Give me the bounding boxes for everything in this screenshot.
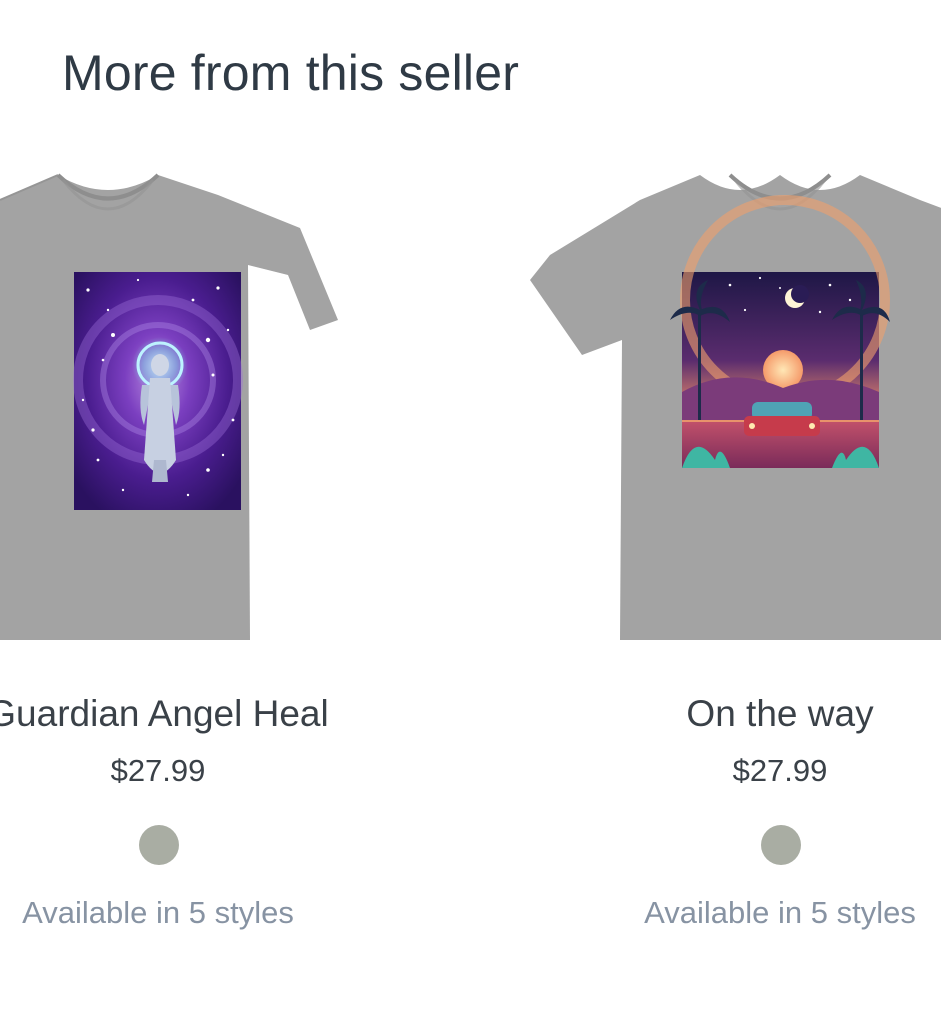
available-styles-link[interactable]: Available in 5 styles: [530, 895, 941, 931]
product-title[interactable]: On the way: [530, 693, 941, 735]
color-swatch[interactable]: [139, 825, 179, 865]
available-styles-link[interactable]: Available in 5 styles: [0, 895, 408, 931]
product-card-guardian-angel[interactable]: Guardian Angel Heal $27.99 Available in …: [0, 160, 408, 960]
product-price: $27.99: [110, 753, 206, 788]
tshirt-image: [530, 173, 941, 640]
product-price: $27.99: [732, 753, 828, 788]
section-title: More from this seller: [62, 45, 520, 101]
guardian-angel-design: [73, 272, 243, 510]
product-card-on-the-way[interactable]: On the way $27.99 Available in 5 styles: [530, 160, 941, 960]
more-from-seller-section: More from this seller Guardian Angel Hea…: [0, 0, 941, 1023]
color-swatch[interactable]: [761, 825, 801, 865]
product-title[interactable]: Guardian Angel Heal: [0, 693, 408, 735]
tshirt-image: [0, 173, 338, 640]
product-image[interactable]: [530, 160, 941, 660]
product-image[interactable]: [0, 160, 408, 660]
